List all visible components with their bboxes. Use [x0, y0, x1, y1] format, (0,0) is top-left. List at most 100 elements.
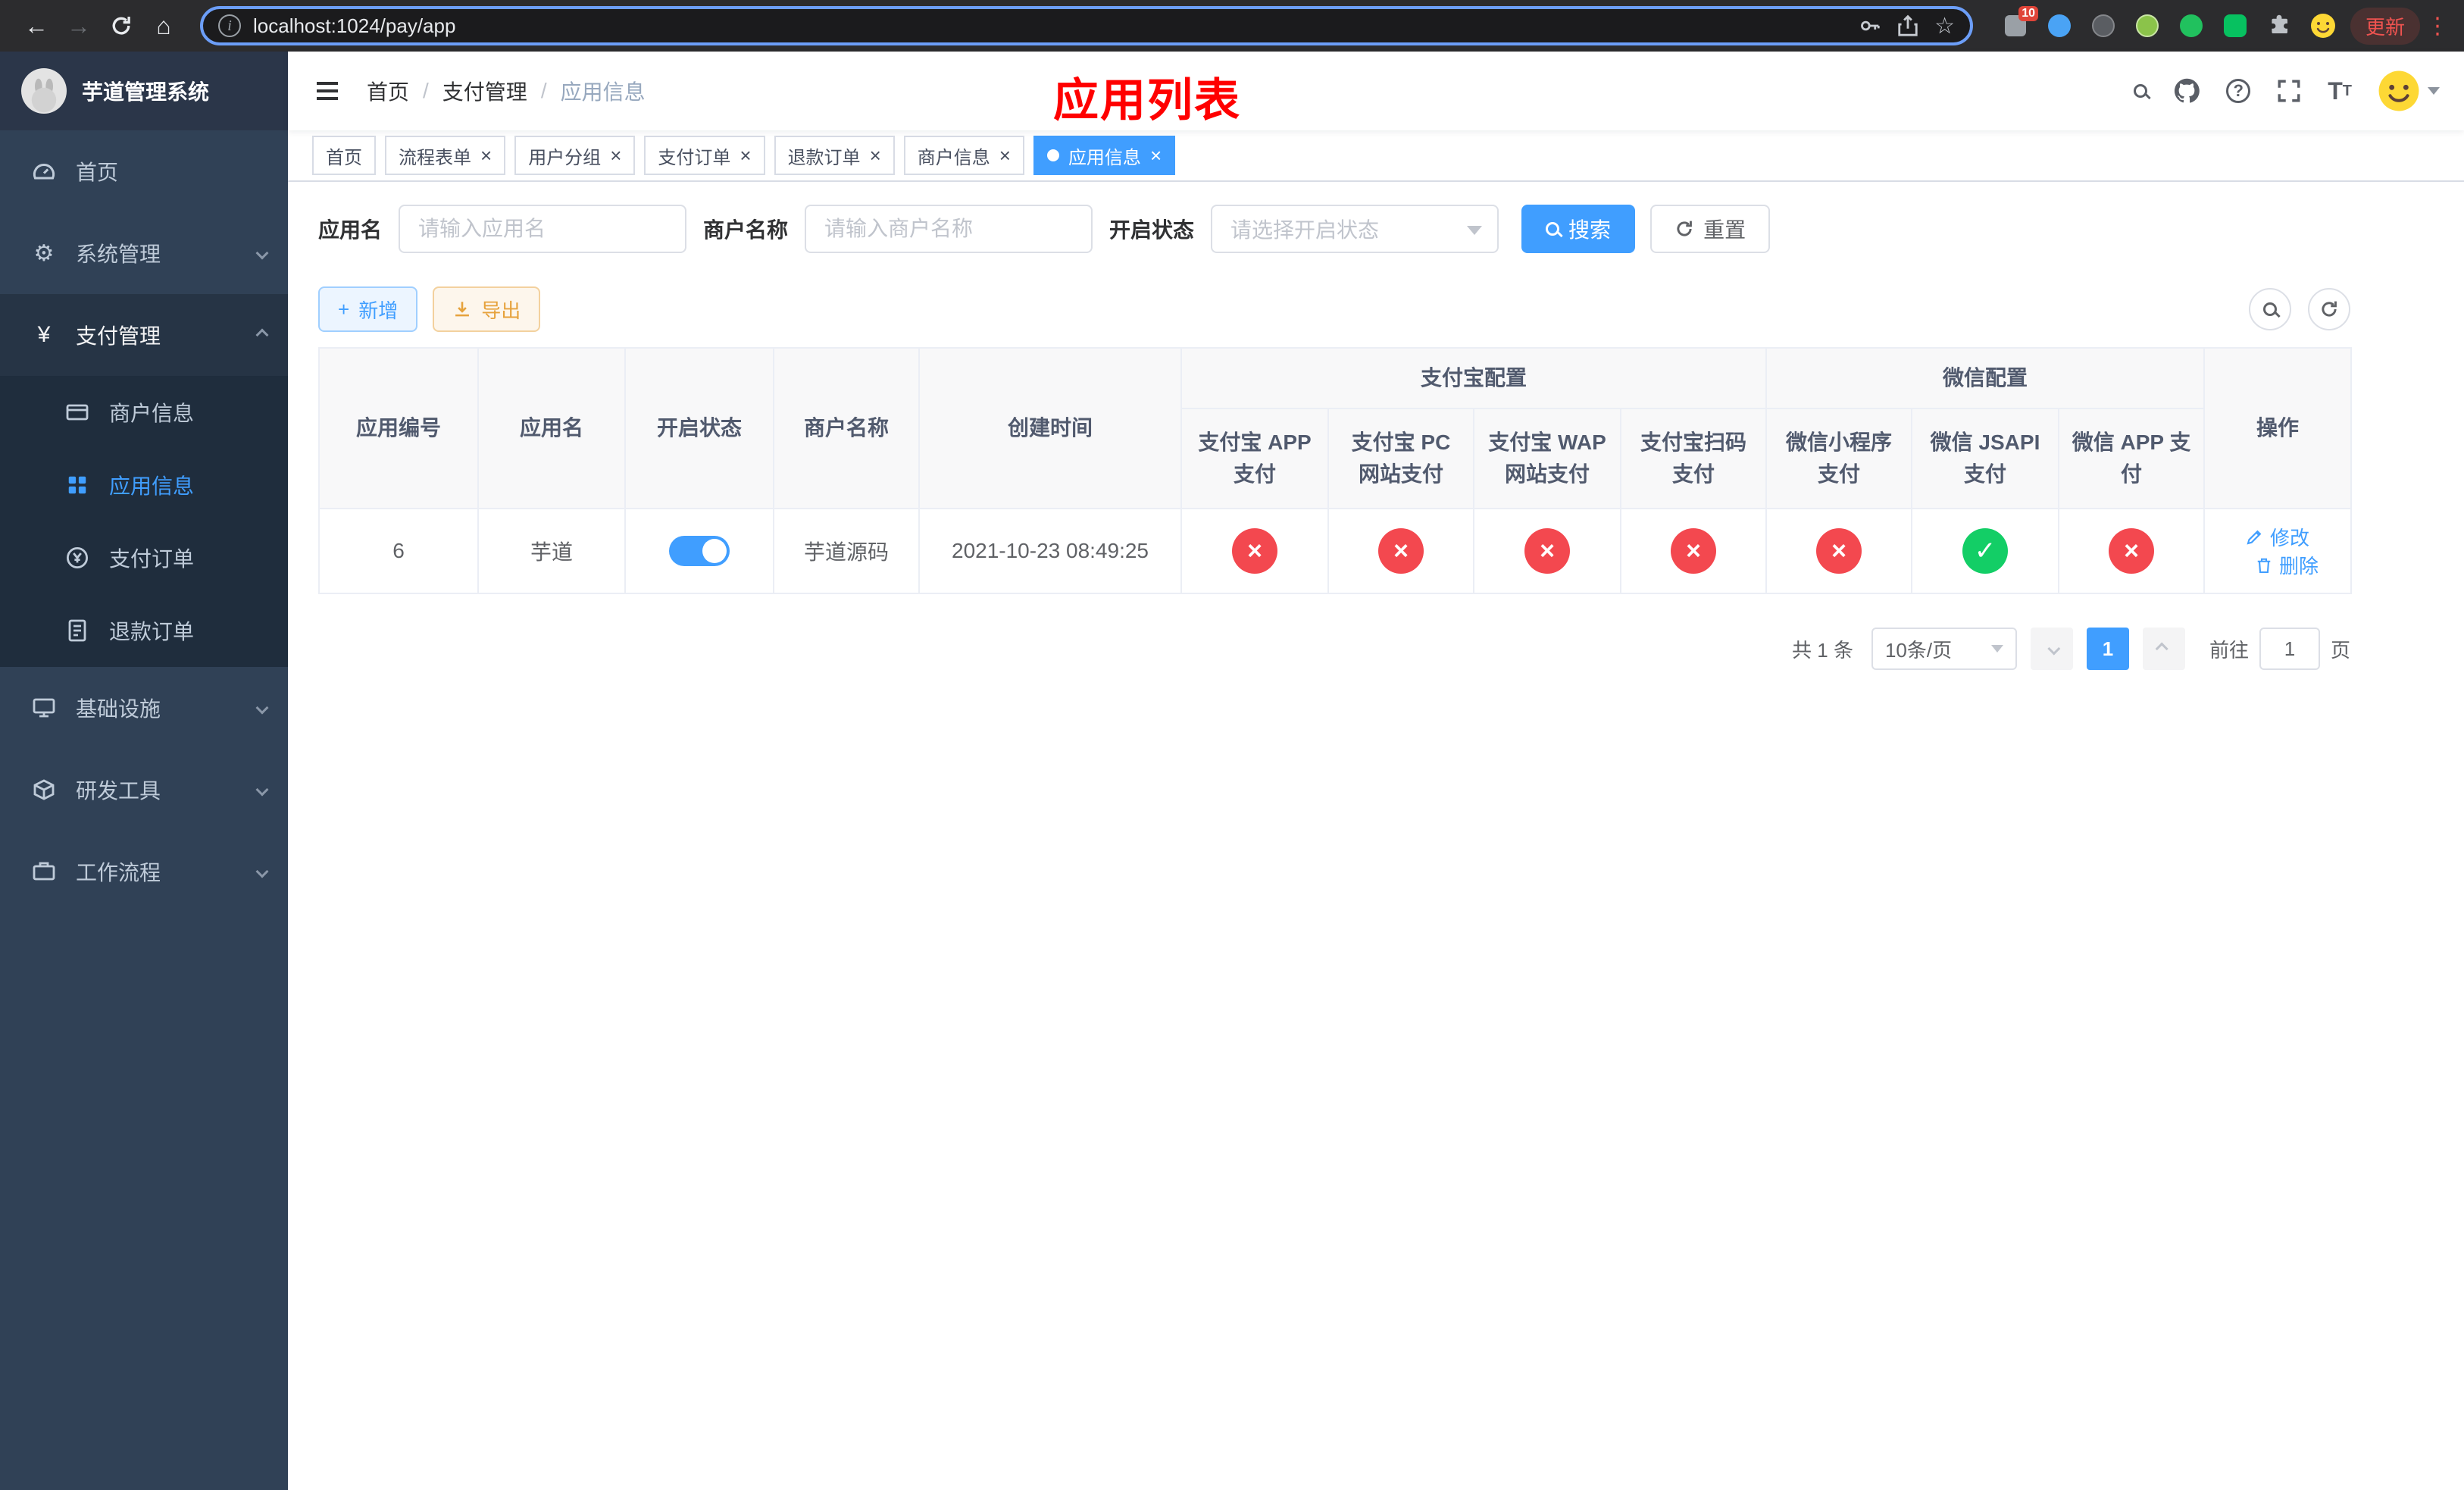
browser-update-button[interactable]: 更新 — [2350, 7, 2420, 45]
sidebar-item-devtools[interactable]: 研发工具 — [0, 749, 288, 831]
omnibox-actions: ☆ — [1859, 13, 1955, 39]
sidebar-item-system[interactable]: ⚙ 系统管理 — [0, 212, 288, 294]
status-select[interactable]: 请选择开启状态 — [1211, 205, 1499, 253]
yen-circle-icon — [64, 546, 91, 570]
extension-count-badge: 10 — [2018, 6, 2038, 21]
prev-page-button[interactable] — [2030, 628, 2073, 670]
top-navbar: 首页 / 支付管理 / 应用信息 应用列表 ? T T — [288, 52, 2464, 130]
close-icon[interactable]: × — [610, 146, 621, 165]
tab-pay-order[interactable]: 支付订单 × — [644, 136, 765, 175]
breadcrumb-payment[interactable]: 支付管理 — [442, 76, 527, 106]
close-icon[interactable]: × — [870, 146, 881, 165]
sidebar-item-app-info[interactable]: 应用信息 — [0, 449, 288, 521]
app-title: 芋道管理系统 — [82, 80, 210, 104]
col-app-id: 应用编号 — [318, 347, 479, 509]
col-status: 开启状态 — [624, 347, 774, 509]
back-icon[interactable]: ← — [15, 5, 58, 47]
next-page-button[interactable] — [2142, 628, 2185, 670]
extension-badged-icon[interactable]: 10 — [2000, 6, 2038, 41]
status-toggle[interactable] — [669, 536, 730, 566]
page-number-button[interactable]: 1 — [2086, 628, 2129, 670]
extension-blue-icon[interactable] — [2044, 11, 2075, 41]
browser-menu-icon[interactable]: ⋮ — [2426, 13, 2449, 39]
toggle-search-button[interactable] — [2249, 288, 2291, 330]
bookmark-star-icon[interactable]: ☆ — [1934, 13, 1955, 39]
sidebar-item-payment[interactable]: ¥ 支付管理 — [0, 294, 288, 376]
tab-label: 商户信息 — [917, 147, 990, 168]
pagination-total: 共 1 条 — [1792, 638, 1853, 662]
extension-wechat-icon[interactable] — [2220, 11, 2250, 41]
help-icon[interactable]: ? — [2226, 79, 2251, 103]
breadcrumb-separator: / — [423, 79, 429, 102]
close-icon[interactable]: × — [1150, 146, 1162, 165]
page-size-select[interactable]: 10条/页 — [1871, 628, 2017, 670]
col-alipay-wap: 支付宝 WAP 网站支付 — [1473, 408, 1621, 509]
tab-label: 退款订单 — [787, 147, 861, 168]
document-icon — [64, 618, 91, 643]
reset-button[interactable]: 重置 — [1650, 205, 1771, 253]
profile-avatar-icon[interactable] — [2308, 11, 2338, 41]
sidebar-item-label: 首页 — [76, 161, 119, 184]
edit-button[interactable]: 修改 — [2246, 523, 2309, 551]
refresh-table-button[interactable] — [2308, 288, 2350, 330]
home-icon[interactable]: ⌂ — [142, 5, 185, 47]
tab-home[interactable]: 首页 — [312, 136, 376, 175]
share-icon[interactable] — [1896, 14, 1919, 37]
reload-icon[interactable] — [100, 5, 142, 47]
goto-unit-label: 页 — [2330, 638, 2350, 662]
add-button[interactable]: + 新增 — [318, 286, 418, 332]
sidebar-item-merchant-info[interactable]: 商户信息 — [0, 376, 288, 449]
user-avatar[interactable] — [2378, 70, 2440, 112]
address-bar[interactable]: i localhost:1024/pay/app ☆ — [200, 6, 1973, 45]
alipay-app-disabled-icon: × — [1232, 528, 1277, 574]
alipay-pc-disabled-icon: × — [1378, 528, 1424, 574]
app-name-input[interactable] — [399, 205, 687, 253]
tab-app-info[interactable]: 应用信息 × — [1033, 136, 1176, 175]
close-icon[interactable]: × — [740, 146, 751, 165]
sidebar-item-pay-order[interactable]: 支付订单 — [0, 521, 288, 594]
pagination: 共 1 条 10条/页 1 前往 页 — [318, 628, 2350, 670]
forward-icon[interactable]: → — [58, 5, 100, 47]
password-key-icon[interactable] — [1859, 14, 1881, 37]
merchant-name-label: 商户名称 — [703, 218, 789, 242]
site-info-icon[interactable]: i — [218, 14, 241, 37]
puzzle-icon[interactable] — [2264, 11, 2294, 41]
sidebar-item-label: 研发工具 — [76, 779, 161, 803]
tab-user-group[interactable]: 用户分组 × — [514, 136, 636, 175]
tab-label: 用户分组 — [528, 147, 602, 168]
sidebar-item-home[interactable]: 首页 — [0, 130, 288, 212]
tab-process-form[interactable]: 流程表单 × — [385, 136, 506, 175]
delete-button[interactable]: 删除 — [2255, 551, 2319, 579]
cell-merchant: 芋道源码 — [773, 508, 920, 594]
tab-refund-order[interactable]: 退款订单 × — [774, 136, 895, 175]
col-merchant: 商户名称 — [773, 347, 920, 509]
export-button[interactable]: 导出 — [433, 286, 541, 332]
chevron-down-icon — [1990, 645, 2003, 653]
close-icon[interactable]: × — [480, 146, 492, 165]
search-icon — [1546, 222, 1560, 236]
col-group-wechat: 微信配置 — [1765, 347, 2206, 409]
search-icon[interactable] — [2134, 84, 2148, 98]
extension-olive-icon[interactable] — [2132, 11, 2162, 41]
font-size-icon[interactable]: TT — [2328, 79, 2352, 103]
goto-page-input[interactable] — [2259, 628, 2320, 670]
sidebar-item-workflow[interactable]: 工作流程 — [0, 831, 288, 912]
sidebar-item-refund-order[interactable]: 退款订单 — [0, 594, 288, 667]
extension-green-icon[interactable] — [2176, 11, 2206, 41]
extension-dark-icon[interactable] — [2088, 11, 2118, 41]
hamburger-icon[interactable] — [312, 76, 342, 106]
close-icon[interactable]: × — [999, 146, 1011, 165]
sidebar-item-label: 工作流程 — [76, 861, 161, 884]
chevron-up-icon — [255, 328, 269, 342]
alipay-qr-disabled-icon: × — [1671, 528, 1716, 574]
cell-app-id: 6 — [318, 508, 479, 594]
status-label: 开启状态 — [1109, 218, 1195, 242]
merchant-name-input[interactable] — [805, 205, 1093, 253]
sidebar-item-infrastructure[interactable]: 基础设施 — [0, 667, 288, 749]
breadcrumb-home[interactable]: 首页 — [367, 76, 409, 106]
fullscreen-icon[interactable] — [2276, 78, 2302, 104]
tab-merchant-info[interactable]: 商户信息 × — [903, 136, 1024, 175]
chevron-down-icon — [255, 701, 269, 715]
github-icon[interactable] — [2173, 77, 2200, 105]
search-button[interactable]: 搜索 — [1521, 205, 1636, 253]
